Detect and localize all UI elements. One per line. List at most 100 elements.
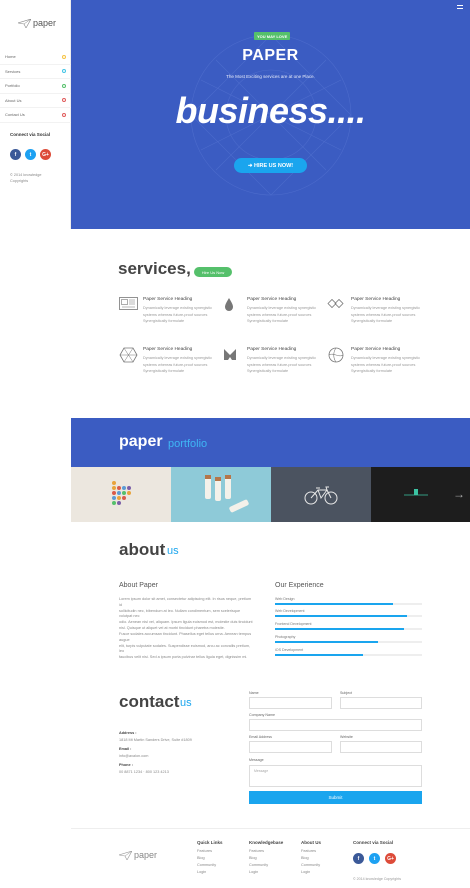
skill-fill	[275, 641, 378, 643]
nav-item-about[interactable]: About Us	[0, 94, 71, 108]
experience-heading: Our Experience	[275, 582, 324, 589]
arrow-right-icon[interactable]: →	[453, 487, 465, 501]
skill-fill	[275, 654, 364, 656]
nav-dot-icon	[62, 83, 66, 88]
submit-button[interactable]: Submit	[249, 791, 422, 804]
nav-item-contact[interactable]: Contact Us	[0, 108, 71, 123]
menu-icon[interactable]	[457, 5, 463, 9]
subject-label: Subject	[340, 691, 352, 695]
about-line: Fusce sodales accumsan tincidunt. Phasel…	[119, 632, 252, 642]
hero-banner: YOU MAY LOVE PAPER The Most Exciting ser…	[71, 0, 470, 229]
about-line: sollicitudin nec, bibendum at leo. Nulla…	[119, 608, 241, 619]
nav-dot-icon	[62, 54, 66, 59]
skill-track	[275, 628, 422, 630]
paper-plane-icon	[18, 18, 31, 28]
nav-dot-icon	[62, 98, 66, 103]
footer-link[interactable]: Features	[301, 848, 321, 855]
skill-track	[275, 603, 422, 605]
sidebar: paper Home Services Portfolio About Us C…	[0, 0, 71, 229]
footer-logo-text: paper	[134, 850, 158, 860]
contact-title: contact	[119, 692, 180, 711]
skill-track	[275, 615, 422, 617]
footer-social-links: f t G+	[353, 853, 396, 864]
google-plus-icon[interactable]: G+	[40, 149, 51, 160]
skill-label: Web Design	[275, 597, 295, 601]
footer-link[interactable]: Login	[301, 869, 321, 876]
message-field[interactable]: Message	[249, 765, 422, 787]
skill-track	[275, 654, 422, 656]
service-heading: Paper Service Heading	[247, 347, 297, 352]
skill-bar: Frontend Development	[275, 622, 422, 630]
company-field[interactable]	[249, 719, 422, 731]
service-line: Synergistically formulate	[143, 319, 185, 323]
logo[interactable]: paper	[18, 18, 56, 28]
facebook-icon[interactable]: f	[353, 853, 364, 864]
skill-fill	[275, 628, 405, 630]
email-address-label: Email Address	[249, 735, 272, 739]
email-label: Email :	[119, 747, 132, 751]
service-text: Dynamically leverage existing synergisti…	[247, 355, 329, 375]
service-text: Dynamically leverage existing synergisti…	[143, 305, 225, 325]
nav-item-portfolio[interactable]: Portfolio	[0, 79, 71, 94]
footer-link[interactable]: Community	[301, 862, 321, 869]
footer-link[interactable]: Login	[197, 869, 223, 876]
footer-logo[interactable]: paper	[119, 850, 157, 860]
social-links: f t G+	[10, 149, 51, 160]
portfolio-tile-tubes[interactable]	[171, 467, 271, 522]
footer-link[interactable]: Features	[249, 848, 283, 855]
website-field[interactable]	[340, 741, 422, 753]
nav-label: Contact Us	[5, 112, 25, 118]
skill-bar: Web Design	[275, 597, 422, 605]
footer-link[interactable]: Community	[249, 862, 283, 869]
footer-link[interactable]: Features	[197, 848, 223, 855]
footer-column: About Us Features Blog Community Login	[301, 840, 321, 876]
service-text: Dynamically leverage existing synergisti…	[247, 305, 329, 325]
email-address-field[interactable]	[249, 741, 332, 753]
nav-item-home[interactable]: Home	[0, 50, 71, 65]
footer-column: Knowledgebase Features Blog Community Lo…	[249, 840, 283, 876]
skill-fill	[275, 603, 393, 605]
nav-dot-icon	[62, 112, 66, 117]
service-heading: Paper Service Heading	[247, 297, 297, 302]
service-text: Dynamically leverage existing synergisti…	[351, 355, 433, 375]
email-value[interactable]: info@avalon.com	[119, 754, 148, 758]
portfolio-header: paper portfolio	[71, 418, 470, 467]
twitter-icon[interactable]: t	[369, 853, 380, 864]
contact-title-accent: us	[180, 697, 192, 709]
footer-link[interactable]: Login	[249, 869, 283, 876]
footer-column-heading: Knowledgebase	[249, 840, 284, 845]
footer-link[interactable]: Blog	[301, 855, 321, 862]
google-plus-icon[interactable]: G+	[385, 853, 396, 864]
service-text: Dynamically leverage existing synergisti…	[351, 305, 433, 325]
twitter-icon[interactable]: t	[25, 149, 36, 160]
portfolio-tile-bicycle[interactable]	[271, 467, 371, 522]
facebook-icon[interactable]: f	[10, 149, 21, 160]
footer-link[interactable]: Blog	[197, 855, 223, 862]
footer-link[interactable]: Blog	[249, 855, 283, 862]
skill-label: Frontend Development	[275, 622, 312, 626]
services-hire-button[interactable]: Hire Us Now	[194, 267, 232, 277]
portfolio-tile-battery[interactable]: →	[371, 467, 470, 522]
nav-item-services[interactable]: Services	[0, 65, 71, 79]
service-line: Synergistically formulate	[143, 369, 185, 373]
subject-field[interactable]	[340, 697, 422, 709]
hire-us-button[interactable]: ➜ HIRE US NOW!	[234, 158, 307, 173]
tubes-artwork	[205, 475, 249, 513]
name-field[interactable]	[249, 697, 332, 709]
footer-column-heading: Quick Links	[197, 840, 223, 845]
portfolio-tile-dots[interactable]	[71, 467, 171, 522]
skill-track	[275, 641, 422, 643]
footer-link[interactable]: Community	[197, 862, 223, 869]
about-paragraph: Lorem ipsum dolor sit amet, consectetur …	[119, 597, 253, 632]
about-line: Lorem ipsum dolor sit amet, consectetur …	[119, 597, 252, 607]
phone-label: Phone :	[119, 763, 133, 767]
dots-artwork	[112, 481, 131, 505]
skill-bar: Photography	[275, 635, 422, 643]
leaf-icon	[224, 349, 236, 360]
nav-label: Services	[5, 68, 21, 74]
service-line: Synergistically formulate	[351, 369, 393, 373]
logo-text: paper	[33, 18, 57, 28]
about-title-accent: us	[167, 545, 179, 557]
globe-icon	[328, 347, 344, 363]
newspaper-icon	[119, 297, 138, 310]
